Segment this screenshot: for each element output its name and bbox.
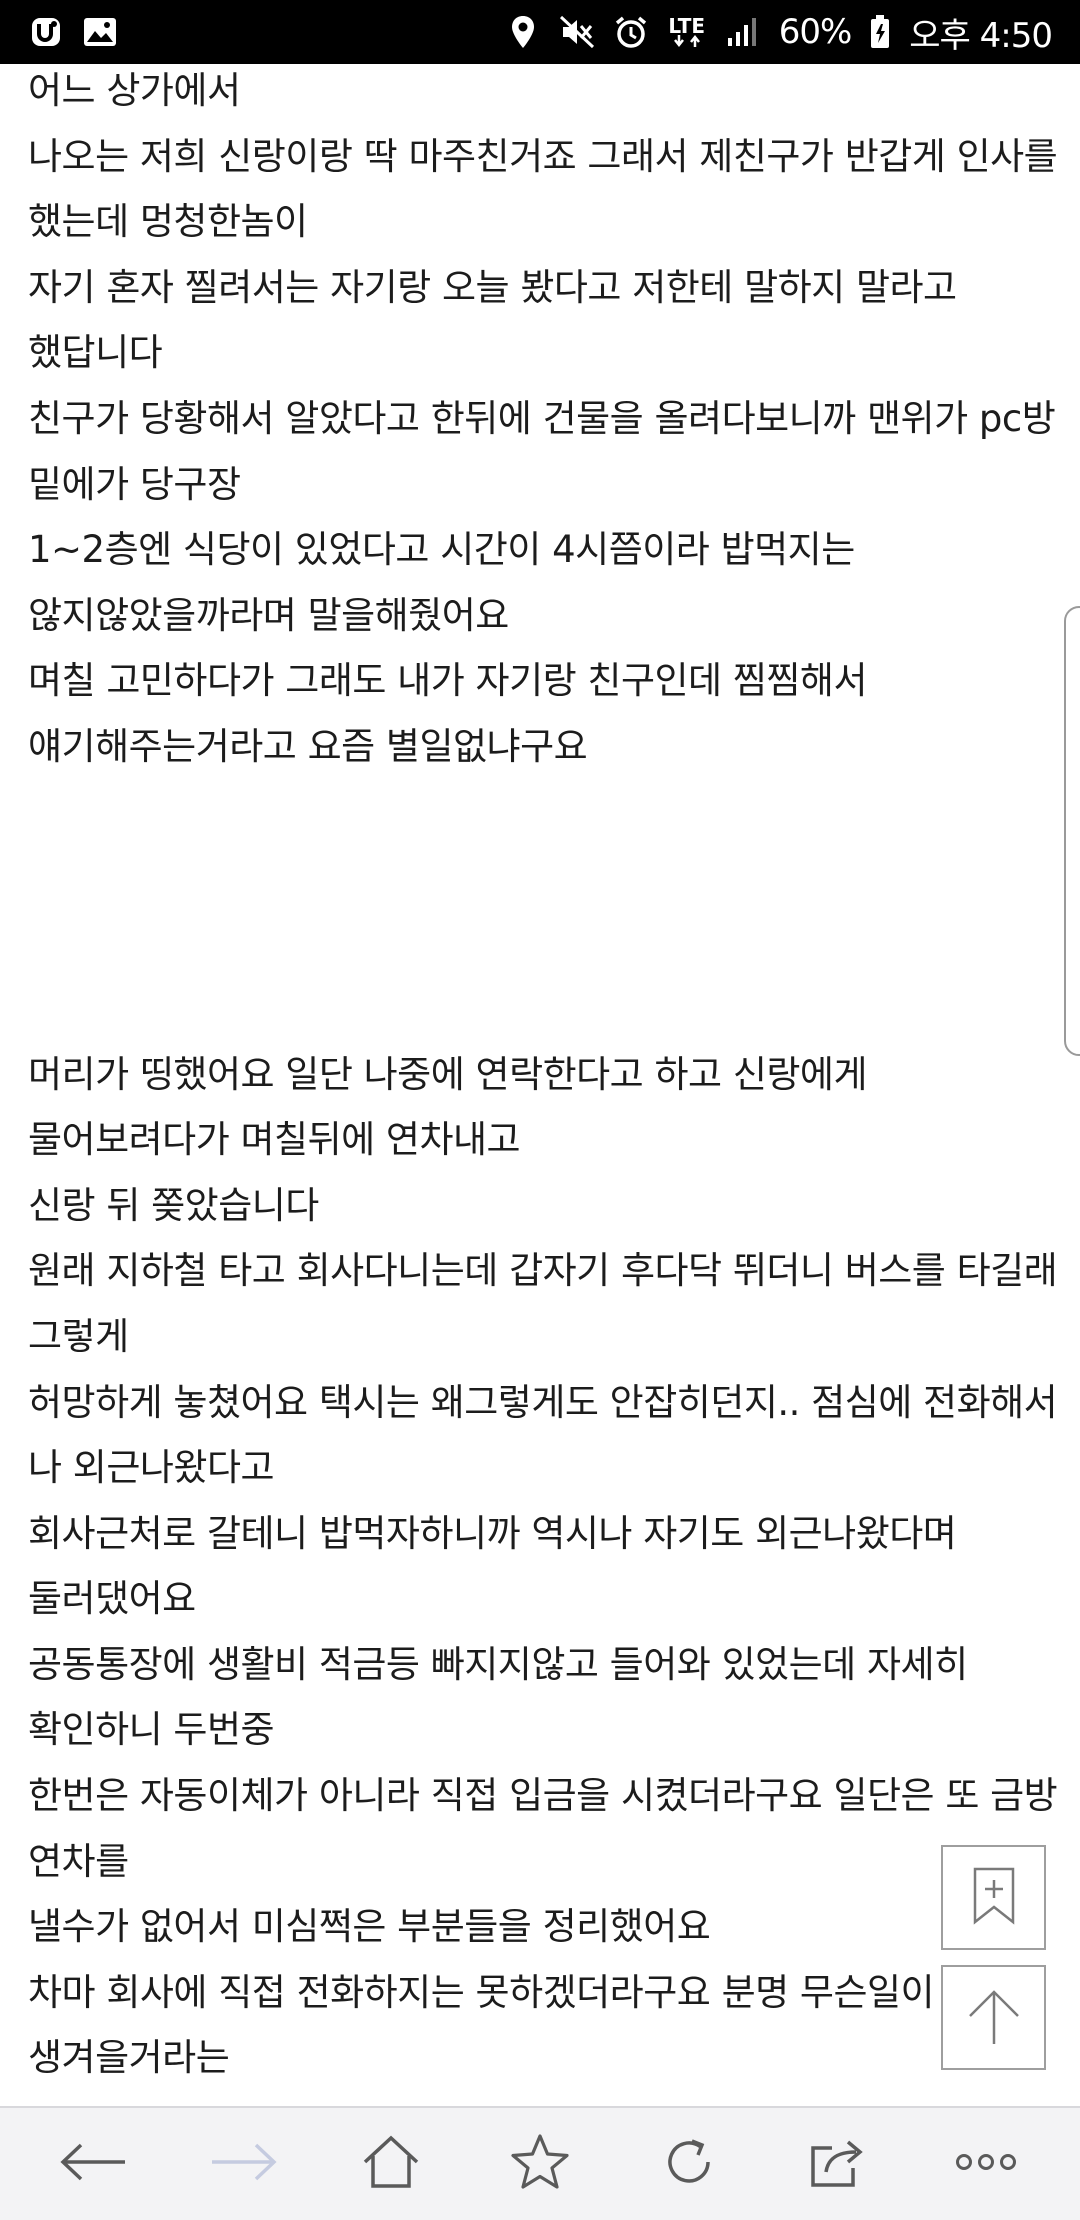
share-icon — [808, 2134, 866, 2194]
home-button[interactable] — [346, 2119, 436, 2209]
article-paragraph: 친구가 당황해서 알았다고 한뒤에 건물을 올려다보니까 맨위가 pc방 밑에가… — [28, 396, 1056, 506]
refresh-button[interactable] — [644, 2119, 734, 2209]
status-bar: LTE 60% 오후 4:50 — [0, 0, 1080, 64]
article-section-top: 어느 상가에서나오는 저희 신랑이랑 딱 마주친거죠 그래서 제친구가 반갑게 … — [28, 58, 1058, 780]
article-paragraph: 자기 혼자 찔려서는 자기랑 오늘 봤다고 저한테 말하지 말라고 했답니다 — [28, 265, 957, 375]
article-paragraph: 1~2층엔 식당이 있었다고 시간이 4시쯤이라 밥먹지는 않지않았을까라며 말… — [28, 528, 855, 637]
refresh-icon — [662, 2135, 716, 2193]
back-icon — [59, 2142, 129, 2186]
article-blank-gap — [28, 780, 1058, 1042]
article-body: 어느 상가에서나오는 저희 신랑이랑 딱 마주친거죠 그래서 제친구가 반갑게 … — [28, 58, 1058, 2091]
article-paragraph: 신랑 뒤 쫒았습니다 — [28, 1183, 319, 1227]
more-button[interactable] — [941, 2119, 1031, 2209]
home-icon — [361, 2134, 421, 2194]
article-paragraph: 공동통장에 생활비 적금등 빠지지않고 들어와 있었는데 자세히 확인하니 두번… — [28, 1642, 968, 1752]
article-paragraph: 나오는 저희 신랑이랑 딱 마주친거죠 그래서 제친구가 반갑게 인사를 했는데… — [28, 134, 1058, 244]
edge-panel-handle[interactable] — [1064, 606, 1080, 1056]
article-section-bottom: 머리가 띵했어요 일단 나중에 연락한다고 하고 신랑에게 물어보려다가 며칠뒤… — [28, 1042, 1058, 2092]
article-paragraph: 어느 상가에서 — [28, 69, 241, 112]
article-paragraph: 머리가 띵했어요 일단 나중에 연락한다고 하고 신랑에게 물어보려다가 며칠뒤… — [28, 1052, 868, 1162]
article-paragraph: 낼수가 없어서 미심쩍은 부분들을 정리했어요 — [28, 1905, 711, 1949]
alarm-icon — [613, 14, 649, 50]
more-icon — [954, 2152, 1018, 2176]
article-paragraph: 며칠 고민하다가 그래도 내가 자기랑 친구인데 찜찜해서 얘기해주는거라고 요… — [28, 659, 868, 768]
bookmarks-icon — [510, 2133, 570, 2195]
carrier-app-icon — [28, 14, 64, 50]
scroll-to-top-button[interactable] — [941, 1965, 1046, 2070]
back-button[interactable] — [49, 2119, 139, 2209]
article-paragraph: 허망하게 놓쳤어요 택시는 왜그렇게도 안잡히던지.. 점심에 전화해서 나 외… — [28, 1380, 1058, 1490]
share-button[interactable] — [792, 2119, 882, 2209]
forward-button[interactable] — [198, 2119, 288, 2209]
forward-icon — [208, 2142, 278, 2186]
battery-percent: 60% — [778, 12, 853, 52]
bookmark-add-icon — [971, 1866, 1017, 1930]
battery-icon — [869, 14, 891, 50]
article-paragraph: 원래 지하철 타고 회사다니는데 갑자기 후다닥 뛰더니 버스를 타길래 그렇게 — [28, 1249, 1058, 1358]
scroll-top-icon — [966, 1986, 1022, 2050]
article-paragraph: 회사근처로 갈테니 밥먹자하니까 역시나 자기도 외근나왔다며 둘러댔어요 — [28, 1511, 957, 1621]
status-right: LTE 60% 오후 4:50 — [505, 8, 1053, 57]
lte-icon: LTE — [667, 14, 707, 50]
gallery-icon — [82, 14, 118, 50]
browser-toolbar — [0, 2106, 1080, 2220]
status-time: 오후 4:50 — [909, 15, 1053, 56]
add-bookmark-button[interactable] — [941, 1845, 1046, 1950]
vibrate-mute-icon — [559, 14, 595, 50]
signal-icon — [725, 14, 761, 50]
location-icon — [505, 14, 541, 50]
status-left — [28, 14, 118, 50]
article-paragraph: 한번은 자동이체가 아니라 직접 입금을 시켰더라구요 일단은 또 금방 연차를 — [28, 1774, 1058, 1883]
article-paragraph: 차마 회사에 직접 전화하지는 못하겠더라구요 분명 무슨일이 생겨을거라는 — [28, 1970, 935, 2080]
bookmarks-button[interactable] — [495, 2119, 585, 2209]
